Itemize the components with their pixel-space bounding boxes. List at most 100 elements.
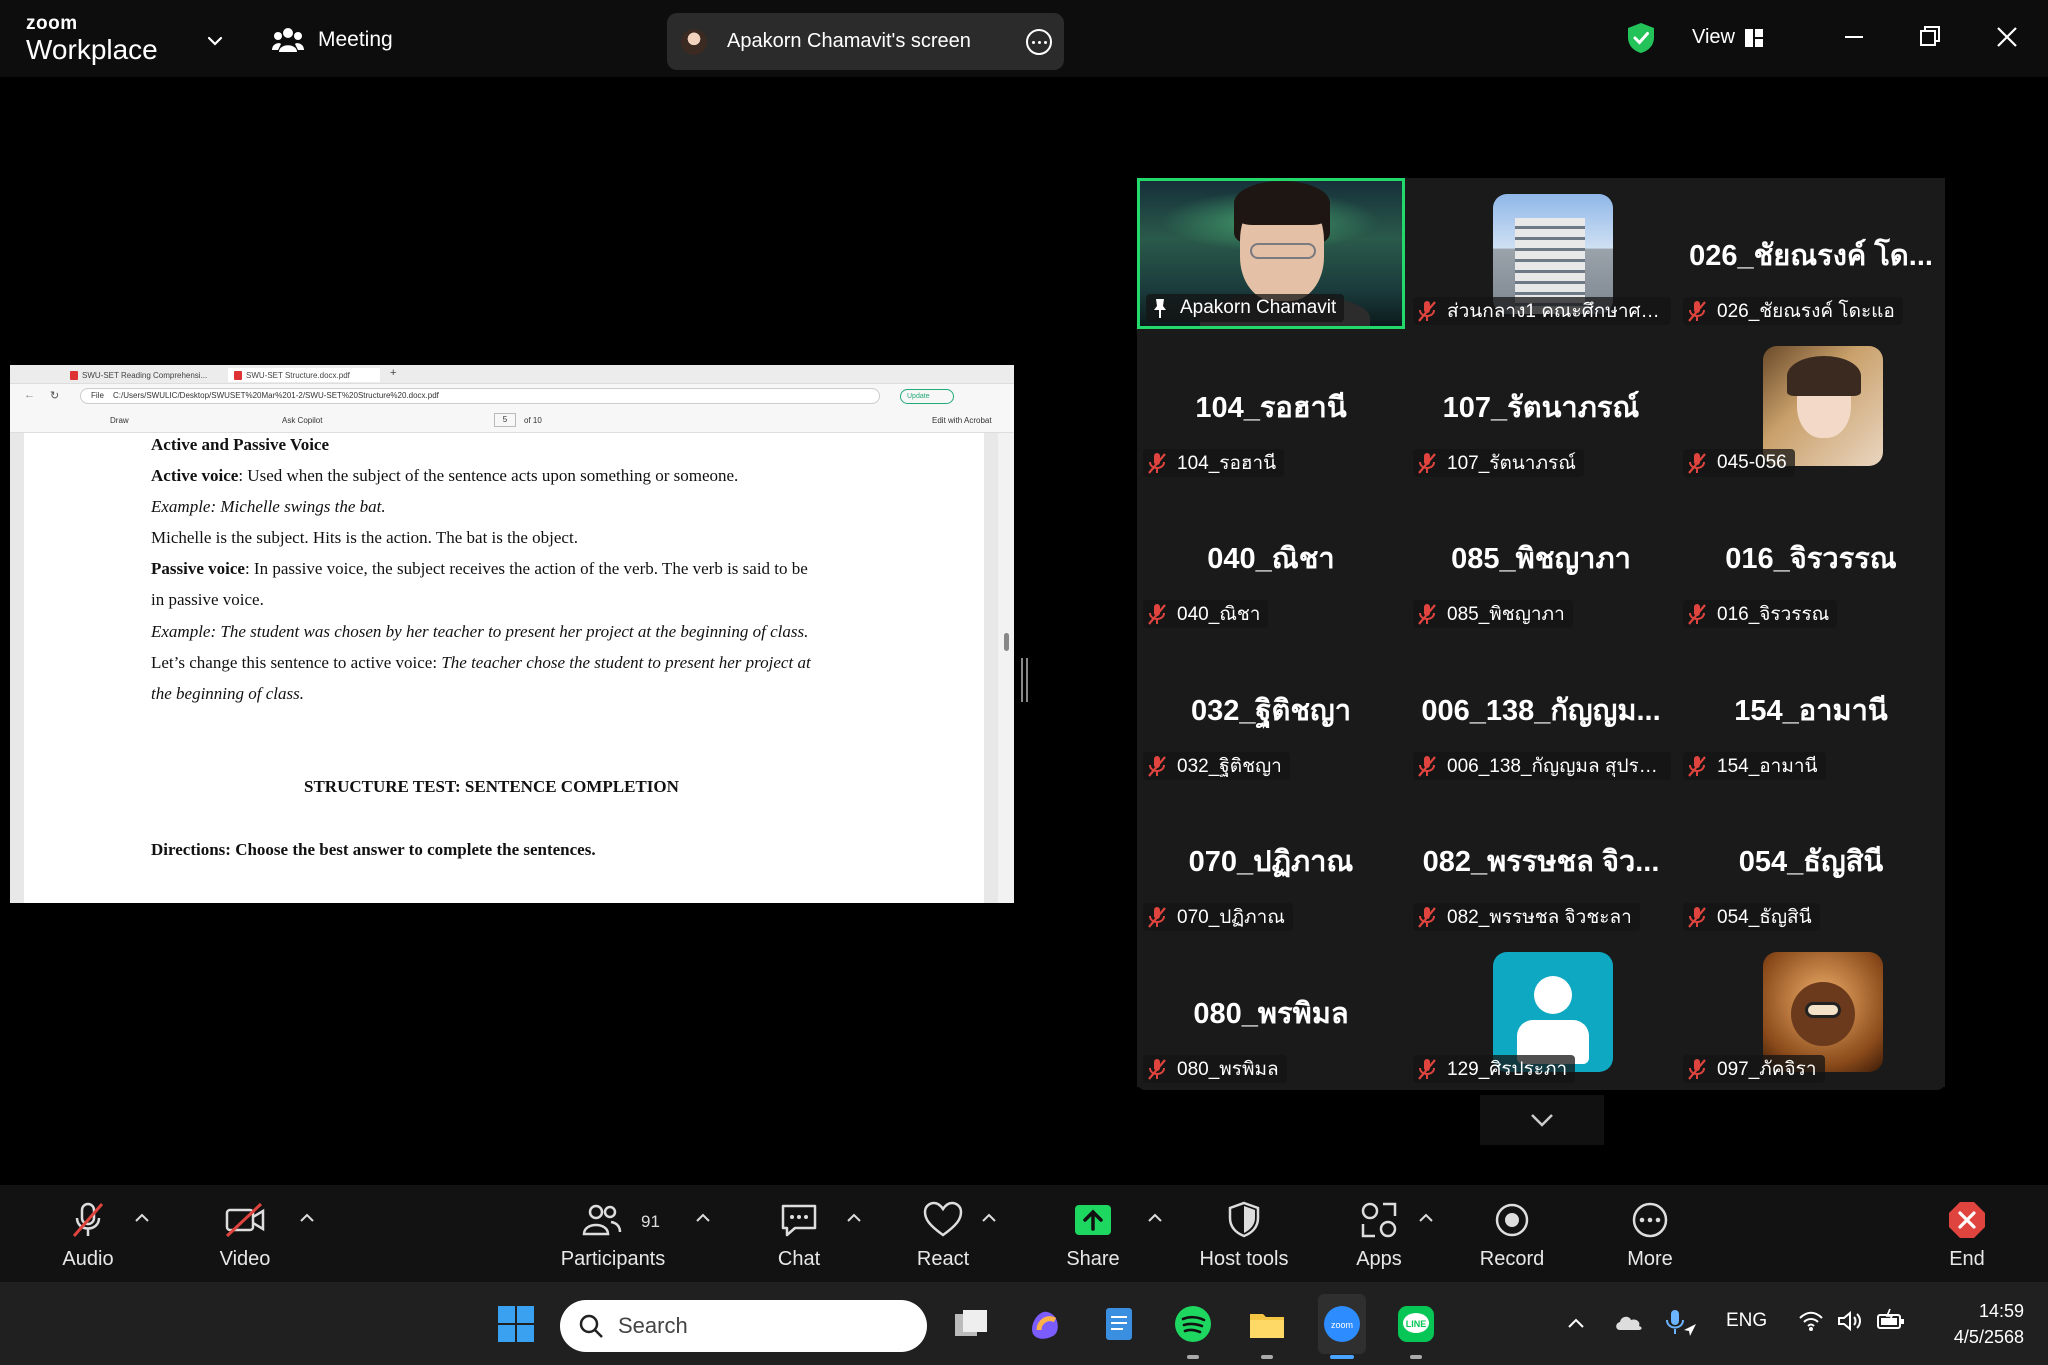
more-label: More — [1627, 1248, 1673, 1270]
participant-tile[interactable]: 154_อามานี 154_อามานี — [1677, 633, 1945, 784]
participant-name: 026_ชัยณรงค์ โดะแอ — [1717, 301, 1895, 322]
caret-up-icon[interactable] — [694, 1211, 712, 1225]
browser-tab-reading[interactable]: SWU-SET Reading Comprehensi... — [70, 368, 207, 382]
meeting-menu[interactable]: Meeting — [272, 25, 393, 55]
participant-display-name: 085_พิชญาภา — [1451, 543, 1631, 575]
minimize-icon[interactable] — [1841, 24, 1867, 50]
sharing-indicator[interactable]: Apakorn Chamavit's screen — [667, 13, 1064, 70]
participant-tile[interactable]: 006_138_กัญญม... 006_138_กัญญมล สุประวี..… — [1407, 633, 1675, 784]
profile-photo — [1763, 346, 1883, 466]
participant-tile[interactable]: Apakorn Chamavit — [1137, 178, 1405, 329]
share-button[interactable]: Share — [1063, 1198, 1123, 1271]
shared-screen[interactable]: SWU-SET Reading Comprehensi... SWU-SET S… — [10, 365, 1014, 903]
update-button[interactable]: Update — [900, 389, 954, 404]
participant-tile[interactable]: 054_ธัญสินี 054_ธัญสินี — [1677, 784, 1945, 935]
caret-up-icon[interactable] — [1146, 1211, 1164, 1225]
system-clock[interactable]: 14:59 4/5/2568 — [1930, 1298, 2024, 1350]
react-button[interactable]: React — [913, 1198, 973, 1271]
url-field[interactable]: File C:/Users/SWULIC/Desktop/SWUSET%20Ma… — [80, 388, 880, 404]
participant-tile[interactable]: 129_ศิรประภา — [1407, 936, 1675, 1087]
participant-display-name: 154_อามานี — [1734, 695, 1888, 727]
mic-in-use-icon[interactable] — [1664, 1308, 1698, 1338]
caret-up-icon[interactable] — [980, 1211, 998, 1225]
chat-button[interactable]: Chat — [769, 1198, 829, 1271]
search-icon — [579, 1314, 603, 1338]
participant-tile[interactable]: 107_รัตนาภรณ์ 107_รัตนาภรณ์ — [1407, 330, 1675, 481]
record-button[interactable]: Record — [1474, 1198, 1550, 1271]
audio-button[interactable]: Audio — [58, 1198, 118, 1271]
participant-tile[interactable]: 040_ณิชา 040_ณิชา — [1137, 481, 1405, 632]
more-options-icon[interactable] — [1026, 29, 1052, 55]
close-icon[interactable] — [1994, 24, 2020, 50]
page-number-field[interactable]: 5 — [494, 413, 516, 427]
participant-name: Apakorn Chamavit — [1180, 297, 1337, 318]
notepad-icon[interactable] — [1099, 1304, 1139, 1344]
participant-tile[interactable]: ส่วนกลาง1 คณะศึกษาศาส... — [1407, 178, 1675, 329]
zoom-app-icon[interactable]: zoom — [1322, 1304, 1362, 1344]
back-icon[interactable]: ← — [24, 389, 35, 401]
audio-label: Audio — [62, 1248, 114, 1270]
participant-name-tag: Apakorn Chamavit — [1146, 294, 1345, 322]
participant-tile[interactable]: 026_ชัยณรงค์ โด... 026_ชัยณรงค์ โดะแอ — [1677, 178, 1945, 329]
caret-up-icon[interactable] — [133, 1211, 151, 1225]
file-explorer-icon[interactable] — [1247, 1304, 1287, 1344]
draw-tool[interactable]: Draw — [110, 416, 129, 425]
chevron-down-icon[interactable] — [204, 30, 226, 52]
wifi-icon[interactable] — [1798, 1310, 1824, 1332]
windows-start-icon[interactable] — [496, 1304, 536, 1344]
pdf-scrollbar[interactable] — [998, 433, 1014, 903]
taskbar-search-box[interactable]: Search — [560, 1300, 927, 1352]
volume-icon[interactable] — [1836, 1309, 1864, 1333]
line-app-icon[interactable]: LINE — [1396, 1304, 1436, 1344]
mic-muted-icon — [1148, 907, 1166, 928]
participant-tile[interactable]: 016_จิรวรรณ 016_จิรวรรณ — [1677, 481, 1945, 632]
edit-with-acrobat-button[interactable]: Edit with Acrobat — [932, 416, 992, 425]
participant-display-name: 032_ฐิติชญา — [1190, 695, 1352, 727]
participant-tile[interactable]: 045-056 — [1677, 330, 1945, 481]
show-hidden-icons-icon[interactable] — [1566, 1316, 1586, 1330]
host-tools-button[interactable]: Host tools — [1192, 1198, 1296, 1271]
doc-line: Let’s change this sentence to active voi… — [151, 653, 811, 673]
gallery-scroll-down[interactable] — [1480, 1095, 1604, 1145]
participant-gallery: Apakorn Chamavit ส่วนกลาง1 คณะศึกษาศาส...… — [1137, 178, 1945, 1090]
participant-name: 154_อามานี — [1717, 756, 1818, 777]
participant-tile[interactable]: 085_พิชญาภา 085_พิชญาภา — [1407, 481, 1675, 632]
participant-tile[interactable]: 104_รอฮานี 104_รอฮานี — [1137, 330, 1405, 481]
participant-tile[interactable]: 082_พรรษชล จิว... 082_พรรษชล จิวชะลา — [1407, 784, 1675, 935]
onedrive-icon[interactable] — [1614, 1312, 1644, 1332]
browser-tab-structure[interactable]: SWU-SET Structure.docx.pdf — [228, 368, 380, 382]
more-button[interactable]: More — [1620, 1198, 1680, 1271]
caret-up-icon[interactable] — [1417, 1211, 1435, 1225]
ask-copilot-button[interactable]: Ask Copilot — [282, 416, 322, 425]
participants-button[interactable]: Participants — [558, 1198, 668, 1271]
participant-tile[interactable]: 070_ปฏิภาณ 070_ปฏิภาณ — [1137, 784, 1405, 935]
task-view-icon[interactable] — [951, 1304, 991, 1344]
restore-icon[interactable] — [1917, 24, 1943, 50]
language-indicator[interactable]: ENG — [1726, 1310, 1767, 1332]
apps-button[interactable]: Apps — [1349, 1198, 1409, 1271]
caret-up-icon[interactable] — [845, 1211, 863, 1225]
term: Active voice — [151, 466, 239, 485]
reload-icon[interactable]: ↻ — [50, 389, 59, 402]
zoom-workplace-logo[interactable]: zoom Workplace — [26, 14, 158, 64]
mic-muted-icon — [1418, 453, 1436, 474]
copilot-icon[interactable] — [1025, 1304, 1065, 1344]
pdf-viewport[interactable]: Active and Passive Voice Active voice: U… — [10, 433, 1014, 903]
view-button[interactable]: View — [1692, 26, 1763, 49]
participant-tile[interactable]: 032_ฐิติชญา 032_ฐิติชญา — [1137, 633, 1405, 784]
more-icon — [1632, 1202, 1668, 1238]
spotify-icon[interactable] — [1173, 1304, 1213, 1344]
participant-tile[interactable]: 080_พรพิมล 080_พรพิมล — [1137, 936, 1405, 1087]
tab-label: SWU-SET Structure.docx.pdf — [246, 370, 350, 380]
scroll-thumb[interactable] — [1004, 633, 1009, 651]
battery-plugged-icon[interactable] — [1876, 1308, 1906, 1332]
caret-up-icon[interactable] — [298, 1211, 316, 1225]
video-button[interactable]: Video — [215, 1198, 275, 1271]
new-tab-icon[interactable]: + — [390, 367, 396, 379]
sharer-avatar — [681, 28, 707, 55]
participant-tile[interactable]: 097_ภัคจิรา — [1677, 936, 1945, 1087]
end-button[interactable]: End — [1937, 1198, 1997, 1271]
encryption-shield-icon[interactable] — [1626, 22, 1656, 54]
split-resize-handle[interactable] — [1021, 658, 1028, 702]
chat-icon — [781, 1204, 817, 1237]
